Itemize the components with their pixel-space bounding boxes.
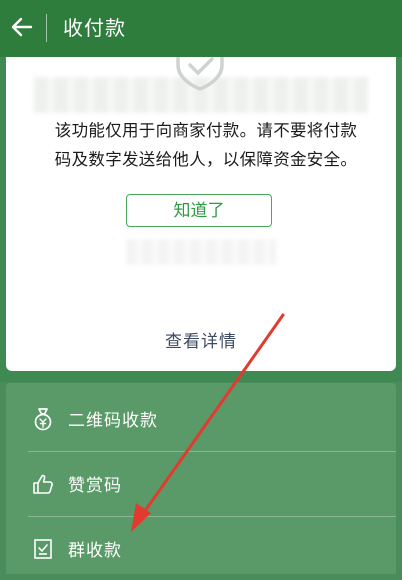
menu-item-label: 二维码收款 xyxy=(68,411,158,431)
shield-check-icon xyxy=(176,57,224,91)
arrow-left-icon xyxy=(11,17,33,37)
got-it-button[interactable]: 知道了 xyxy=(126,194,272,227)
menu-item-label: 赞赏码 xyxy=(68,476,122,496)
menu-item-reward-code[interactable]: 赞赏码 xyxy=(6,452,396,515)
security-notice-text: 该功能仅用于向商家付款。请不要将付款 码及数字发送给他人，以保障资金安全。 xyxy=(26,116,386,174)
payment-options-menu: 二维码收款 赞赏码 群收款 xyxy=(6,383,396,574)
thumbs-up-icon xyxy=(32,472,54,496)
menu-item-label: 群收款 xyxy=(68,541,122,561)
group-receipt-icon xyxy=(32,537,54,561)
money-bag-icon xyxy=(32,407,54,431)
notice-line-2: 码及数字发送给他人，以保障资金安全。 xyxy=(54,150,358,169)
top-bar: 收付款 xyxy=(0,0,402,57)
notice-line-1: 该功能仅用于向商家付款。请不要将付款 xyxy=(54,121,358,140)
menu-item-group-receive[interactable]: 群收款 xyxy=(6,517,396,580)
blurred-code-digits xyxy=(126,239,276,265)
back-button[interactable] xyxy=(8,12,36,42)
security-notice-card: 该功能仅用于向商家付款。请不要将付款 码及数字发送给他人，以保障资金安全。 知道… xyxy=(6,57,396,371)
page-title: 收付款 xyxy=(63,16,126,40)
view-details-link[interactable]: 查看详情 xyxy=(6,327,396,352)
header-divider xyxy=(46,14,47,42)
menu-item-qr-receive[interactable]: 二维码收款 xyxy=(6,387,396,450)
